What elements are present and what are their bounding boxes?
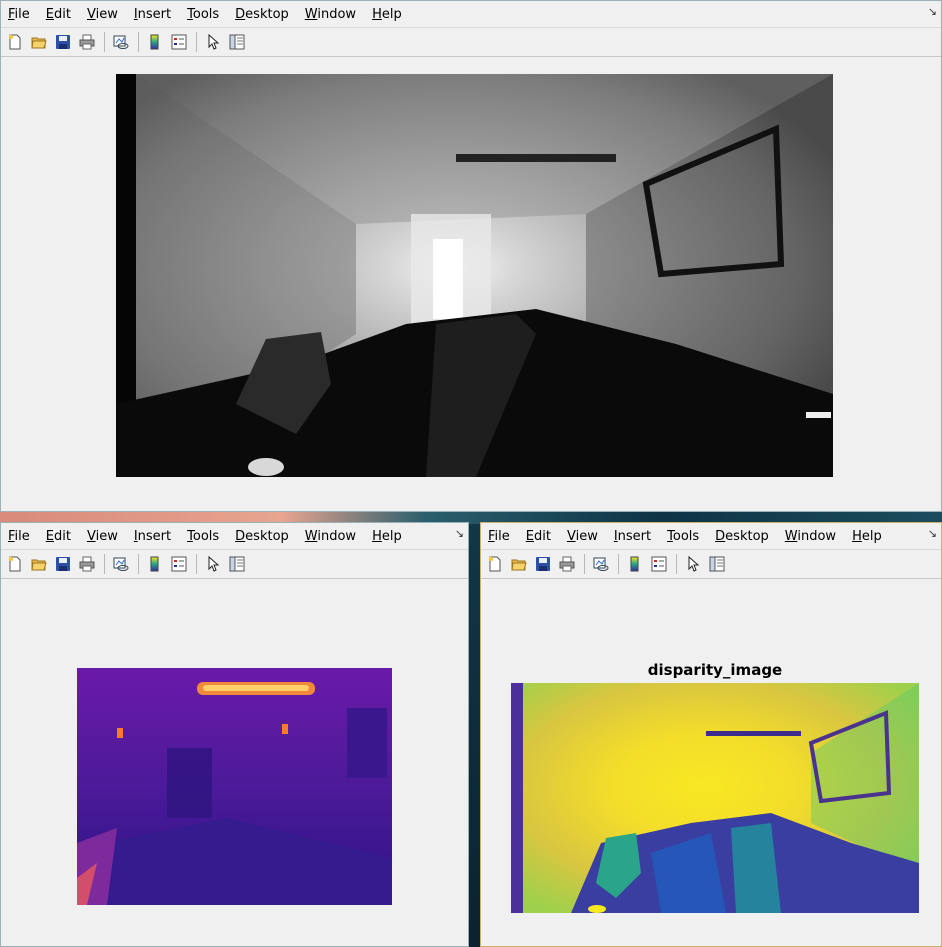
menu-view[interactable]: View	[80, 529, 127, 544]
menu-desktop[interactable]: Desktop	[228, 7, 298, 22]
menubar: File Edit View Insert Tools Desktop Window Help…	[1, 1, 941, 28]
pointer-icon[interactable]	[202, 553, 224, 575]
figure-canvas: disparity_image	[481, 579, 941, 946]
print-icon[interactable]	[556, 553, 578, 575]
print-icon[interactable]	[76, 553, 98, 575]
save-icon[interactable]	[532, 553, 554, 575]
menu-view[interactable]: View	[560, 529, 607, 544]
figure-window-thermal[interactable]: File Edit View Insert Tools Desktop Window Help…	[0, 522, 469, 947]
menu-edit[interactable]: Edit	[39, 529, 80, 544]
open-file-icon[interactable]	[28, 31, 50, 53]
property-inspector-icon[interactable]	[226, 31, 248, 53]
legend-icon[interactable]	[168, 553, 190, 575]
depth-image-axes[interactable]	[116, 74, 833, 477]
menu-file[interactable]: File	[481, 529, 519, 544]
toolbar-separator	[618, 554, 619, 574]
toolbar-separator	[676, 554, 677, 574]
figure-toolbar	[481, 550, 941, 579]
thermal-image	[77, 668, 392, 905]
depth-grayscale-image	[116, 74, 833, 477]
menu-desktop[interactable]: Desktop	[708, 529, 778, 544]
save-icon[interactable]	[52, 553, 74, 575]
thermal-image-axes[interactable]	[77, 668, 392, 905]
menu-help[interactable]: Help	[365, 529, 411, 544]
toolbar-separator	[104, 554, 105, 574]
menu-help[interactable]: Help	[845, 529, 891, 544]
menu-insert[interactable]: Insert	[607, 529, 660, 544]
disparity-colormap-image	[511, 683, 919, 913]
menu-insert[interactable]: Insert	[127, 529, 180, 544]
figure-toolbar	[1, 28, 941, 57]
menu-overflow-arrow-icon[interactable]: ↘	[928, 5, 937, 18]
menu-tools[interactable]: Tools	[660, 529, 708, 544]
menu-overflow-arrow-icon[interactable]: ↘	[928, 527, 937, 540]
menubar: File Edit View Insert Tools Desktop Window Help…	[481, 523, 941, 550]
save-icon[interactable]	[52, 31, 74, 53]
menu-help[interactable]: Help	[365, 7, 411, 22]
toolbar-separator	[138, 32, 139, 52]
menu-edit[interactable]: Edit	[519, 529, 560, 544]
new-figure-icon[interactable]	[484, 553, 506, 575]
link-plot-icon[interactable]	[110, 31, 132, 53]
menu-window[interactable]: Window	[298, 7, 365, 22]
menu-desktop[interactable]: Desktop	[228, 529, 298, 544]
toolbar-separator	[138, 554, 139, 574]
figure-window-disparity[interactable]: File Edit View Insert Tools Desktop Window Help…	[480, 522, 942, 947]
new-figure-icon[interactable]	[4, 553, 26, 575]
colorbar-icon[interactable]	[144, 553, 166, 575]
toolbar-separator	[584, 554, 585, 574]
property-inspector-icon[interactable]	[226, 553, 248, 575]
new-figure-icon[interactable]	[4, 31, 26, 53]
disparity-image-axes[interactable]	[511, 683, 919, 913]
link-plot-icon[interactable]	[110, 553, 132, 575]
figure-toolbar	[1, 550, 468, 579]
legend-icon[interactable]	[168, 31, 190, 53]
menu-tools[interactable]: Tools	[180, 7, 228, 22]
menu-insert[interactable]: Insert	[127, 7, 180, 22]
toolbar-separator	[196, 32, 197, 52]
menu-view[interactable]: View	[80, 7, 127, 22]
open-file-icon[interactable]	[508, 553, 530, 575]
open-file-icon[interactable]	[28, 553, 50, 575]
figure-canvas	[1, 57, 941, 511]
menubar: File Edit View Insert Tools Desktop Window Help…	[1, 523, 468, 550]
link-plot-icon[interactable]	[590, 553, 612, 575]
menu-file[interactable]: File	[1, 529, 39, 544]
toolbar-separator	[104, 32, 105, 52]
plot-title: disparity_image	[647, 661, 783, 679]
menu-edit[interactable]: Edit	[39, 7, 80, 22]
menu-overflow-arrow-icon[interactable]: ↘	[455, 527, 464, 540]
menu-file[interactable]: File	[1, 7, 39, 22]
toolbar-separator	[196, 554, 197, 574]
print-icon[interactable]	[76, 31, 98, 53]
figure-canvas	[1, 579, 468, 946]
colorbar-icon[interactable]	[144, 31, 166, 53]
colorbar-icon[interactable]	[624, 553, 646, 575]
menu-tools[interactable]: Tools	[180, 529, 228, 544]
pointer-icon[interactable]	[202, 31, 224, 53]
property-inspector-icon[interactable]	[706, 553, 728, 575]
pointer-icon[interactable]	[682, 553, 704, 575]
menu-window[interactable]: Window	[778, 529, 845, 544]
menu-window[interactable]: Window	[298, 529, 365, 544]
legend-icon[interactable]	[648, 553, 670, 575]
figure-window-depth[interactable]: File Edit View Insert Tools Desktop Window Help…	[0, 0, 942, 512]
